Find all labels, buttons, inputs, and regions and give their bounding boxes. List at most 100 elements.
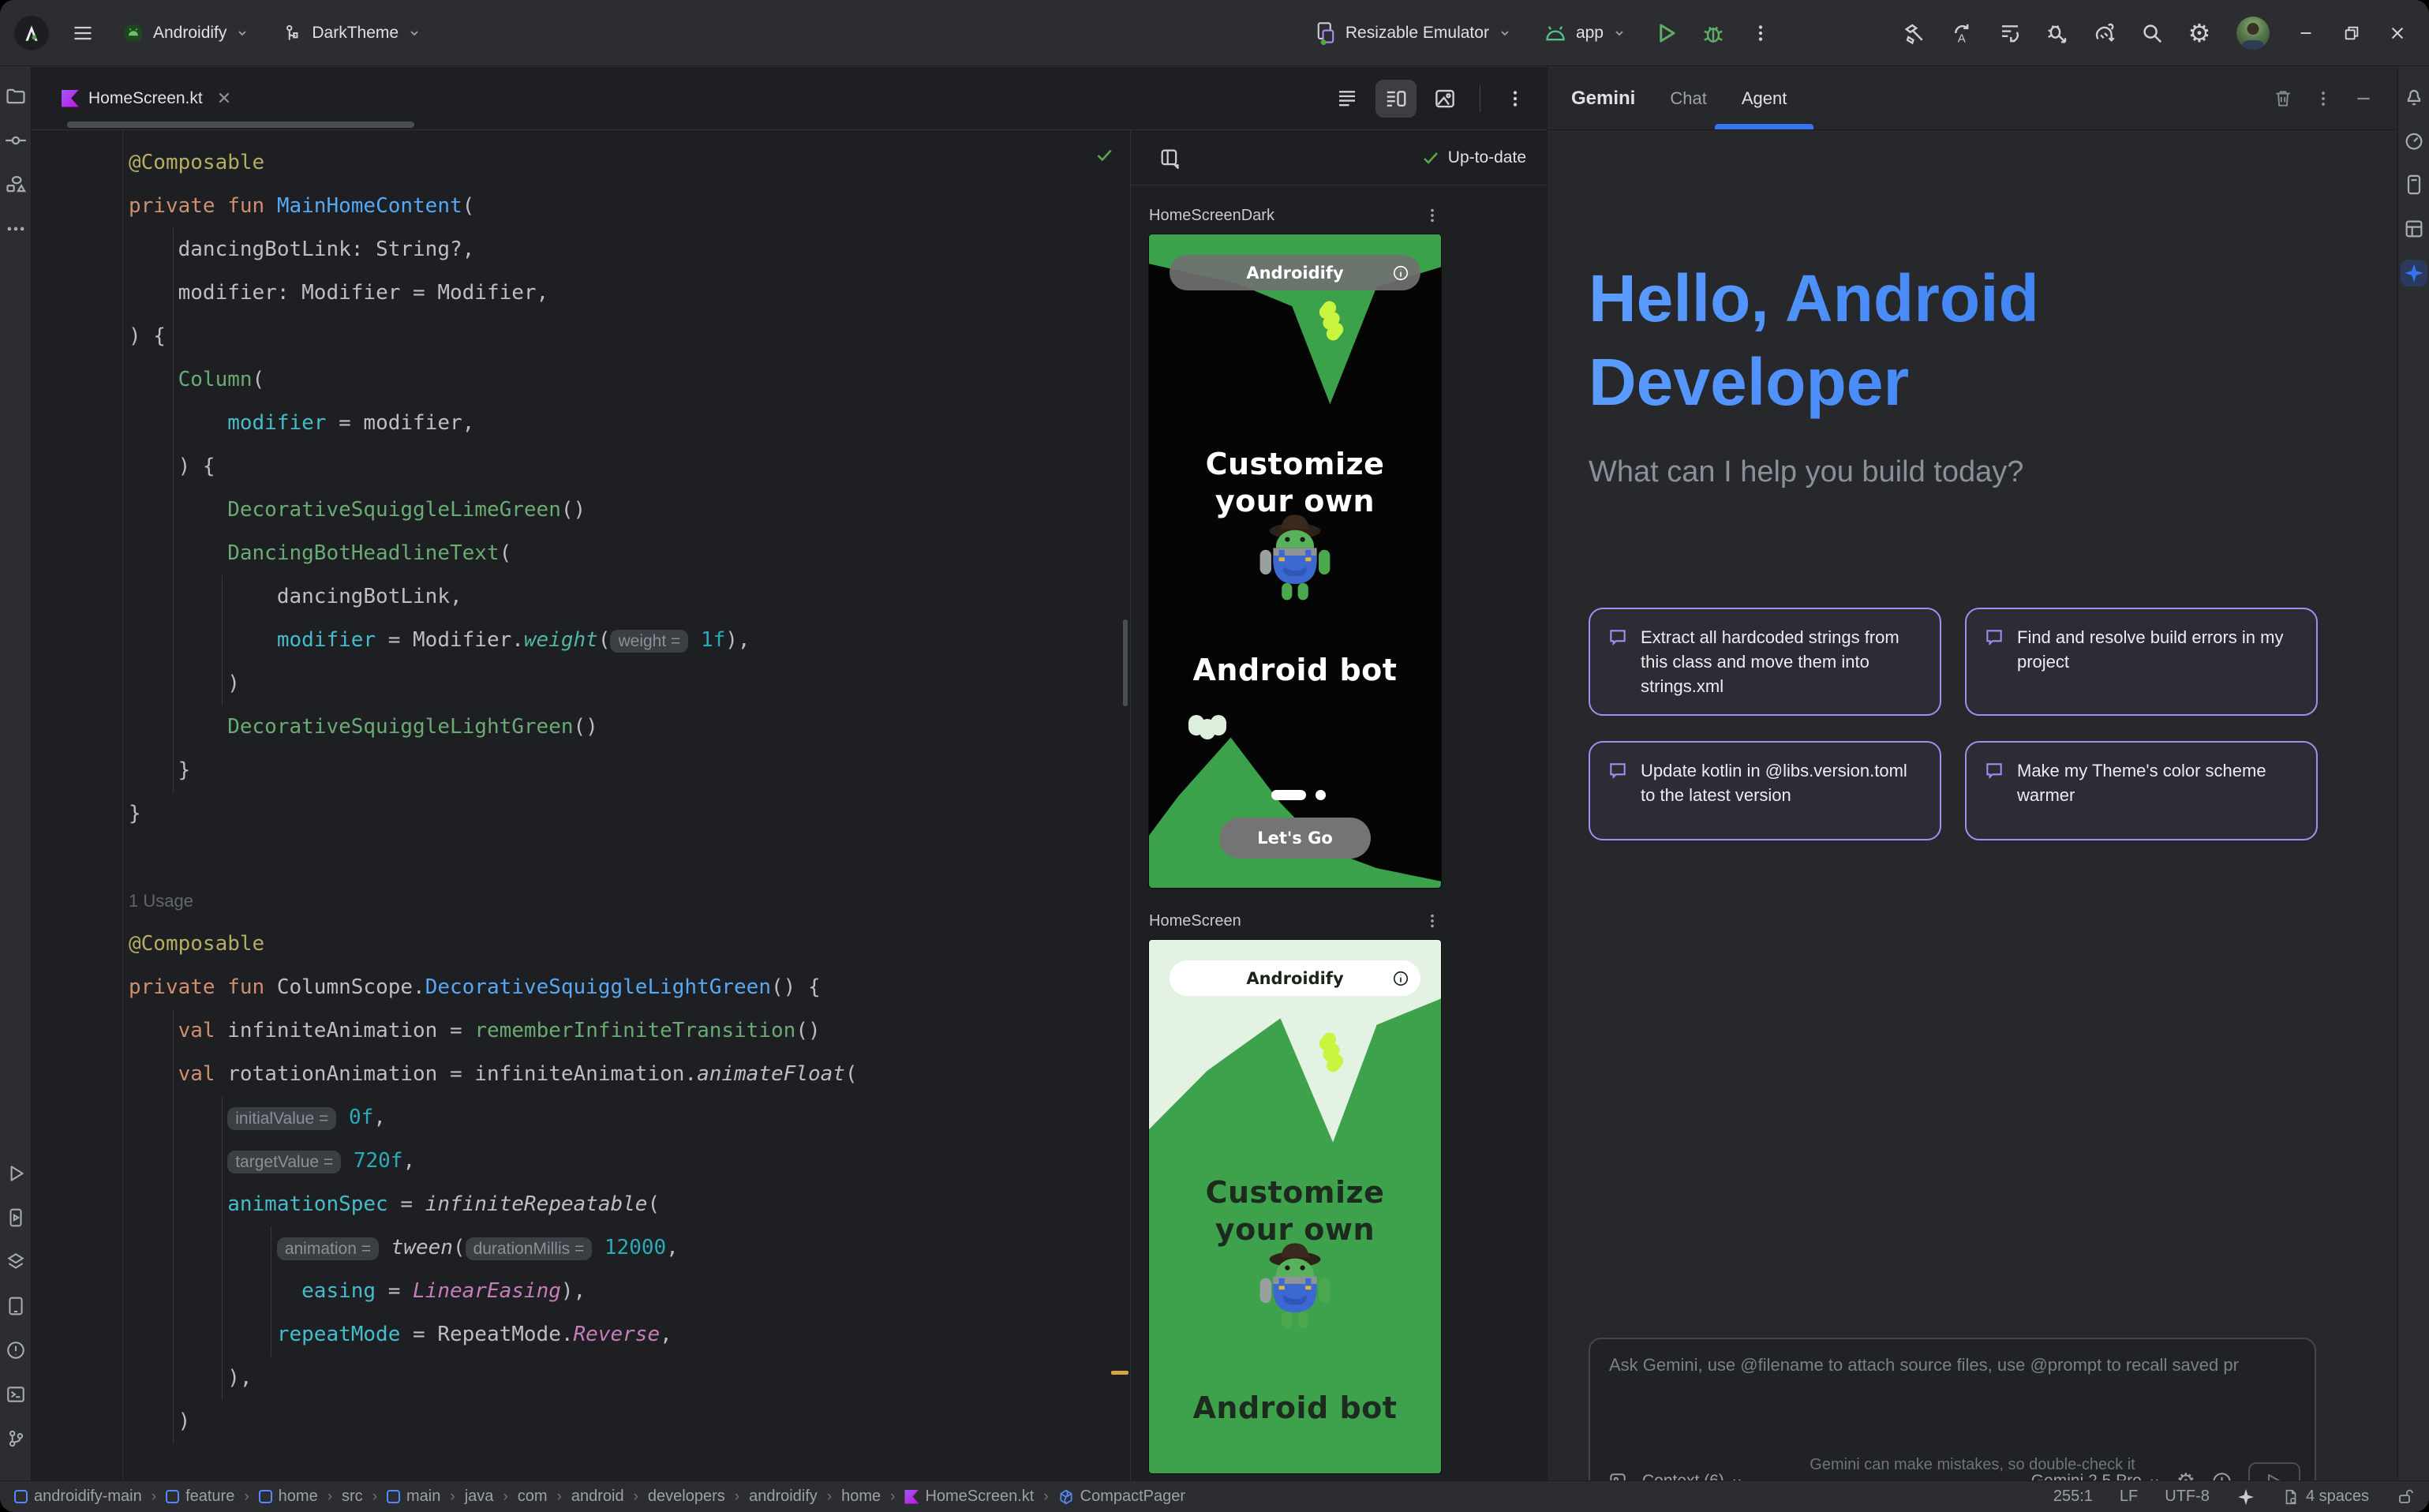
device-manager-tool-icon[interactable] <box>2 1293 29 1319</box>
project-selector[interactable]: Androidify <box>112 15 260 51</box>
breadcrumb-item[interactable]: androidify-main <box>14 1488 142 1506</box>
code-line[interactable]: DecorativeSquiggleLightGreen() <box>129 705 1098 749</box>
profiler-tool-icon[interactable] <box>2401 127 2427 154</box>
gemini-suggestion-card[interactable]: Extract all hardcoded strings from this … <box>1589 608 1941 716</box>
breadcrumb-item[interactable]: src <box>342 1488 363 1506</box>
debug-button[interactable] <box>1695 15 1731 51</box>
preview-kebab-icon[interactable] <box>1424 207 1441 224</box>
code-line[interactable]: val rotationAnimation = infiniteAnimatio… <box>129 1053 1098 1096</box>
code-line[interactable]: } <box>129 749 1098 792</box>
editor-vertical-scrollbar[interactable] <box>1123 619 1128 706</box>
window-minimize-button[interactable] <box>2289 16 2323 51</box>
code-line[interactable]: easing = LinearEasing), <box>129 1270 1098 1313</box>
device-explorer-tool-icon[interactable] <box>2401 171 2427 198</box>
commit-tool-icon[interactable] <box>2 127 29 154</box>
run-button[interactable] <box>1648 15 1684 51</box>
breadcrumb-item[interactable]: androidify <box>749 1488 818 1506</box>
running-devices-tool-icon[interactable] <box>2 1204 29 1231</box>
profiler-lines-icon[interactable] <box>1992 15 2028 51</box>
code-line[interactable]: ) <box>129 1400 1098 1443</box>
code-line[interactable]: animation = tween(durationMillis = 12000… <box>129 1226 1098 1270</box>
code-line[interactable] <box>129 836 1098 879</box>
search-everywhere-icon[interactable] <box>2134 15 2170 51</box>
gemini-options-kebab-icon[interactable] <box>2314 89 2333 108</box>
breadcrumb-item[interactable]: feature <box>166 1488 234 1506</box>
inspections-ok-icon[interactable] <box>1094 144 1114 165</box>
write-access-unlock-icon[interactable] <box>2396 1488 2415 1506</box>
gemini-status-icon[interactable] <box>2236 1488 2255 1506</box>
editor-tab-homescreen[interactable]: HomeScreen.kt ✕ <box>47 67 245 129</box>
tab-agent[interactable]: Agent <box>1742 67 1787 129</box>
main-menu-burger-icon[interactable] <box>65 15 101 51</box>
gradle-sync-icon[interactable] <box>2087 15 2123 51</box>
preview-kebab-icon[interactable] <box>1424 912 1441 930</box>
split-view-icon[interactable] <box>1375 80 1417 118</box>
code-editor[interactable]: @Composableprivate fun MainHomeContent(d… <box>32 130 1130 1480</box>
code-line[interactable]: animationSpec = infiniteRepeatable( <box>129 1183 1098 1226</box>
preview-homescreendark[interactable]: Androidify Customize your own <box>1149 234 1441 888</box>
refresh-a-icon[interactable]: A <box>1944 15 1981 51</box>
code-line[interactable]: modifier = Modifier.weight(weight = 1f), <box>129 619 1098 662</box>
code-line[interactable]: targetValue = 720f, <box>129 1140 1098 1183</box>
breadcrumb-item[interactable]: java <box>465 1488 494 1506</box>
window-close-button[interactable] <box>2380 16 2415 51</box>
tab-chat[interactable]: Chat <box>1670 67 1706 129</box>
build-variants-tool-icon[interactable] <box>2 1248 29 1275</box>
more-run-options-icon[interactable] <box>1742 15 1779 51</box>
code-line[interactable]: ), <box>129 1357 1098 1400</box>
gemini-suggestion-card[interactable]: Update kotlin in @libs.version.toml to t… <box>1589 741 1941 840</box>
file-encoding[interactable]: UTF-8 <box>2165 1488 2210 1506</box>
code-line[interactable]: @Composable <box>129 923 1098 966</box>
indent-config[interactable]: 4 spaces <box>2282 1488 2369 1506</box>
code-line[interactable]: } <box>129 792 1098 836</box>
project-tool-icon[interactable] <box>2 83 29 110</box>
code-line[interactable]: dancingBotLink, <box>129 575 1098 619</box>
code-line[interactable]: DecorativeSquiggleLimeGreen() <box>129 488 1098 532</box>
breadcrumb-item[interactable]: com <box>518 1488 548 1506</box>
vcs-branch-selector[interactable]: DarkTheme <box>271 15 432 51</box>
editor-options-kebab-icon[interactable] <box>1495 80 1536 118</box>
code-line[interactable]: repeatMode = RepeatMode.Reverse, <box>129 1313 1098 1357</box>
layout-inspector-tool-icon[interactable] <box>2401 215 2427 242</box>
code-line[interactable]: Column( <box>129 358 1098 402</box>
breadcrumb-item[interactable]: developers <box>648 1488 725 1506</box>
warning-stripe-mark[interactable] <box>1111 1371 1128 1375</box>
tab-close-icon[interactable]: ✕ <box>217 88 231 109</box>
run-configuration-selector[interactable]: app <box>1533 16 1637 51</box>
code-line[interactable]: @Composable <box>129 141 1098 185</box>
settings-gear-icon[interactable]: ⚙ <box>2181 15 2218 51</box>
more-tool-windows-icon[interactable] <box>2 215 29 242</box>
gemini-suggestion-card[interactable]: Make my Theme's color scheme warmer <box>1965 741 2318 840</box>
version-control-tool-icon[interactable] <box>2 1425 29 1452</box>
user-avatar[interactable] <box>2236 17 2270 50</box>
caret-position[interactable]: 255:1 <box>2053 1488 2093 1506</box>
gemini-suggestion-card[interactable]: Find and resolve build errors in my proj… <box>1965 608 2318 716</box>
breadcrumb-item[interactable]: main <box>387 1488 440 1506</box>
code-line[interactable]: dancingBotLink: String?, <box>129 228 1098 271</box>
breadcrumb-item[interactable]: HomeScreen.kt <box>904 1488 1034 1506</box>
code-line[interactable]: ) <box>129 662 1098 705</box>
code-line[interactable]: ) { <box>129 315 1098 358</box>
code-line[interactable]: ) { <box>129 445 1098 488</box>
breadcrumb-item[interactable]: CompactPager <box>1058 1488 1185 1506</box>
code-line[interactable]: modifier: Modifier = Modifier, <box>129 271 1098 315</box>
code-line[interactable]: private fun ColumnScope.DecorativeSquigg… <box>129 966 1098 1009</box>
design-view-icon[interactable] <box>1424 80 1465 118</box>
build-hammer-icon[interactable] <box>1897 15 1933 51</box>
code-line[interactable]: initialValue = 0f, <box>129 1096 1098 1140</box>
gemini-tool-icon[interactable] <box>2401 260 2427 286</box>
device-selector[interactable]: Resizable Emulator <box>1304 13 1522 53</box>
breadcrumb-item[interactable]: android <box>571 1488 624 1506</box>
window-restore-button[interactable] <box>2334 16 2369 51</box>
breadcrumb-item[interactable]: home <box>259 1488 318 1506</box>
preview-sync-status[interactable]: Up-to-date <box>1421 148 1526 167</box>
code-line[interactable]: modifier = modifier, <box>129 402 1098 445</box>
run-tool-icon[interactable] <box>2 1160 29 1187</box>
breadcrumb-item[interactable]: home <box>841 1488 881 1506</box>
code-line[interactable]: private fun MainHomeContent( <box>129 185 1098 228</box>
line-ending[interactable]: LF <box>2120 1488 2138 1506</box>
code-line[interactable]: val infiniteAnimation = rememberInfinite… <box>129 1009 1098 1053</box>
structure-tool-icon[interactable] <box>2 171 29 198</box>
hide-panel-icon[interactable] <box>2353 88 2374 109</box>
code-line[interactable]: DancingBotHeadlineText( <box>129 532 1098 575</box>
